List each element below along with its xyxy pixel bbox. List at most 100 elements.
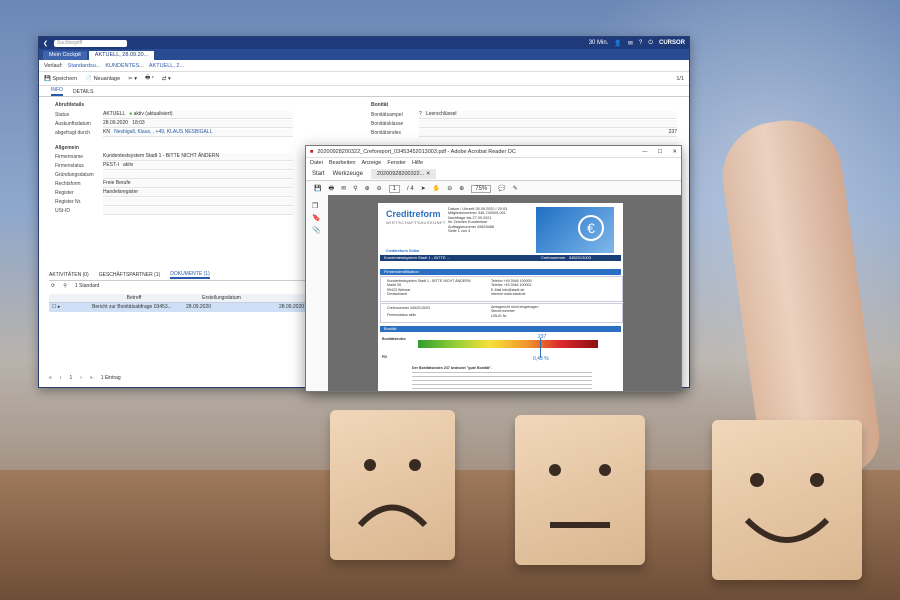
register-field[interactable]: Handelsregister [103,189,293,197]
requested-by-field[interactable]: KN Nesbigall, Klaus, , +49, KLAUS NESBIG… [103,129,293,137]
credit-scale-bar [418,340,598,348]
founding-field[interactable] [103,171,293,179]
credit-index-label: Bonitätsindex [371,130,402,136]
print-icon[interactable]: 🖶 ▾ [145,74,154,83]
register-nr-label: Register Nr. [55,199,82,205]
comment-icon[interactable]: 💬 [498,185,505,192]
grid-checkbox-header[interactable] [49,294,89,302]
section-credit: Bonität [371,102,389,108]
search-icon[interactable]: ⚲ [353,185,357,192]
status-field[interactable]: AKTUELL ● aktiv (aktualisiert) [103,111,293,119]
requested-by-link[interactable]: Nesbigall, Klaus, , +49, KLAUS NESBIGALL [114,129,212,135]
page-input[interactable]: 1 [388,184,400,193]
registration-line: USt-ID Nr. [491,313,508,318]
menu-edit[interactable]: Bearbeiten [329,160,356,166]
breadcrumb-item[interactable]: AKTUELL, 2... [149,63,184,69]
pdf-tab-bar: Start Werkzeuge 20200928200322... ✕ [306,168,681,181]
print-icon[interactable]: 🖶 [328,184,334,194]
credit-class-field[interactable] [419,120,677,128]
refresh-icon[interactable]: ⟳ [51,283,55,289]
attachment-icon[interactable]: 📎 [312,225,322,237]
tab-current-record[interactable]: AKTUELL, 28.09.20... [88,51,155,60]
menu-help[interactable]: Hilfe [412,160,423,166]
column-created[interactable]: Erstellungsdatum [179,294,264,302]
tools-icon[interactable]: ✂ ▾ [128,76,137,82]
vat-id-field[interactable] [103,207,293,215]
tab-partners[interactable]: GESCHÄFTSPARTNER (1) [99,272,161,278]
page-number[interactable]: 1 [69,375,72,381]
zoom-in-icon[interactable]: ⊕ [459,185,464,192]
tab-document[interactable]: 20200928200322... ✕ [370,169,437,179]
contact-line: Internet www.stadt.de [491,291,526,296]
record-pager: 1/1 [676,75,684,82]
view-select[interactable]: 1 Standard [75,283,99,289]
register-label: Register [55,190,74,196]
requested-by-label: abgefragt durch [55,130,91,136]
menu-file[interactable]: Datei [310,160,323,166]
tab-cockpit[interactable]: Mein Cockpit [43,51,87,60]
contact-line: Telefax +49 3946 100002 [491,283,532,288]
company-field[interactable]: Kundentestsystem Stadt 1 - BITTE NICHT Ä… [103,153,293,161]
email-icon[interactable]: ✉ [341,185,346,192]
zoom-select[interactable]: 75% [471,184,492,193]
cursor-icon[interactable]: ➤ [421,185,426,192]
company-bar: Kundentestsystem Stadt 1 - BITTE ... Cre… [380,255,621,261]
close-icon[interactable]: ✕ [672,149,677,155]
tab-activities[interactable]: AKTIVITÄTEN (0) [49,272,89,278]
credit-light-field[interactable]: ? Leerschlüssel [419,111,677,119]
pdf-viewport[interactable]: Creditreform WIRTSCHAFTSAUSKUNFT Datum /… [328,195,681,391]
help-icon[interactable]: ? [639,40,642,46]
search-input[interactable]: Suchbegriff [54,39,128,47]
last-page-icon[interactable]: » [90,375,93,381]
bookmark-icon[interactable]: 🔖 [312,213,322,225]
tab-start[interactable]: Start [312,171,325,177]
tab-tools[interactable]: Werkzeuge [333,171,363,177]
credit-light-value: ? [419,111,422,117]
firm-status-field[interactable]: PEST-I aktiv [103,162,293,170]
first-page-icon[interactable]: « [49,375,52,381]
breadcrumb-item[interactable]: Standardsu... [68,63,101,69]
prev-page-icon[interactable]: ‹ [60,375,62,381]
back-icon[interactable]: ❮ [43,40,48,47]
pdf-page: Creditreform WIRTSCHAFTSAUSKUNFT Datum /… [378,203,623,391]
status-value: AKTUELL [103,111,126,117]
save-label: Speichern [52,75,78,82]
hand-icon[interactable]: ✋ [433,185,440,192]
breadcrumb-item[interactable]: KUNDENTES... [105,63,144,69]
row-expand-icon[interactable]: ☐ ▸ [49,303,92,312]
tab-details[interactable]: DETAILS [73,89,93,96]
share-icon[interactable]: ⇄ ▾ [162,76,171,82]
user-icon[interactable]: 👤 [614,40,621,47]
minimize-icon[interactable]: — [642,149,648,155]
legal-form-field[interactable]: Freie Berufe [103,180,293,188]
new-button[interactable]: 📄 Neuanlage [85,76,120,82]
grid-toolbar: ⟳ ⚲ 1 Standard [51,283,99,289]
section-firm-identification: Firmenidentifikation [380,269,621,275]
mail-icon[interactable]: ✉ [628,40,633,47]
next-page-icon[interactable]: › [80,375,82,381]
entry-count: 1 Eintrag [100,374,121,381]
pen-icon[interactable]: ✎ [513,185,518,192]
menu-view[interactable]: Anzeige [361,160,381,166]
date-field[interactable]: 28.09.2020 18:03 [103,120,293,128]
pdf-window-title: 20200928200322_Creforeport_0345345201300… [317,148,516,155]
tab-info[interactable]: INFO [51,87,63,96]
section-general: Allgemein [55,145,79,151]
pages-icon[interactable]: ❐ [312,201,322,213]
register-nr-field[interactable] [103,198,293,206]
credit-index-field[interactable]: 237 [419,129,677,137]
next-page-icon[interactable]: ⊖ [377,185,382,192]
column-subject[interactable]: Betreff [89,294,179,302]
sad-face-cube [330,410,455,560]
maximize-icon[interactable]: ☐ [657,149,662,155]
pdf-sidebar: ❐ 🔖 📎 [306,195,329,391]
prev-page-icon[interactable]: ⊕ [365,185,370,192]
firm-status-value: aktiv [123,162,134,168]
menu-window[interactable]: Fenster [387,160,406,166]
filter-icon[interactable]: ⚲ [63,283,67,289]
power-icon[interactable]: ⏻ [648,40,653,47]
save-icon[interactable]: 💾 [314,185,321,192]
save-button[interactable]: 💾 Speichern [44,76,77,82]
zoom-out-icon[interactable]: ⊖ [447,185,452,192]
tab-documents[interactable]: DOKUMENTE (1) [170,271,210,279]
